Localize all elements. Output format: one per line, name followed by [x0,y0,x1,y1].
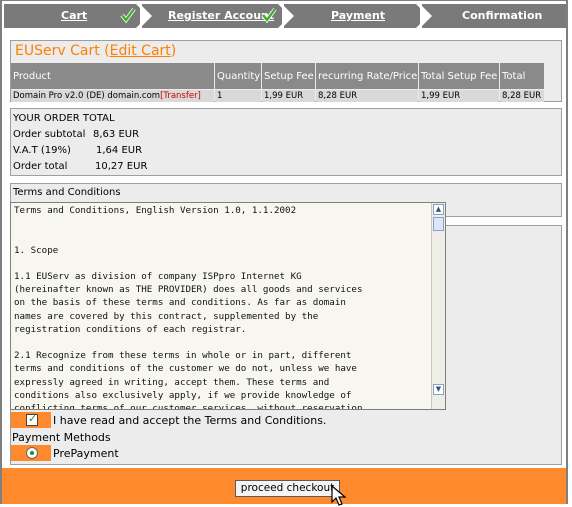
cell-product: Domain Pro v2.0 (DE) domain.com[Transfer… [11,90,214,102]
step-register-account[interactable]: Register Account [140,4,290,28]
order-subtotal-label: Order subtotal [13,129,86,140]
cart-title-suffix: ) [170,43,177,59]
step-cart-link[interactable]: Cart [61,9,87,22]
check-icon [261,7,277,23]
terms-heading: Terms and Conditions [13,187,121,198]
cell-total-setup: 1,99 EUR [419,90,499,102]
order-total-heading: YOUR ORDER TOTAL [13,113,115,124]
column-header-quantity: Quantity [215,63,261,89]
checkout-steps: Cart Register Account Payment Confirmati… [2,1,566,29]
step-confirmation: Confirmation [420,4,566,28]
step-cart[interactable]: Cart [4,4,148,28]
column-header-total-setup: Total Setup Fee [419,63,499,89]
order-total-value: 10,27 EUR [95,161,148,172]
payment-methods-heading: Payment Methods [12,431,111,444]
product-name: Domain Pro v2.0 (DE) domain.com [13,91,161,101]
order-total-label: Order total [13,161,68,172]
step-payment[interactable]: Payment [282,4,428,28]
cell-setup-fee: 1,99 EUR [262,90,315,102]
check-icon [120,7,136,23]
edit-cart-link[interactable]: Edit Cart [110,43,171,59]
transfer-tag: [Transfer] [160,91,201,101]
cart-title: EUServ Cart (Edit Cart) [15,43,176,59]
scroll-down-icon[interactable]: ▼ [433,384,444,395]
accept-terms-checkbox[interactable]: ✓ [26,412,38,426]
scroll-thumb[interactable] [433,217,444,231]
column-header-recurring: recurring Rate/Price [316,63,418,89]
cell-quantity: 1 [215,90,261,102]
cell-total: 8,28 EUR [500,90,544,102]
step-register-link[interactable]: Register Account [168,9,274,22]
step-payment-link[interactable]: Payment [331,9,385,22]
terms-textarea[interactable]: Terms and Conditions, English Version 1.… [10,202,446,410]
prepayment-radio[interactable] [26,447,38,459]
accept-terms-label: I have read and accept the Terms and Con… [53,414,327,427]
column-header-setup-fee: Setup Fee [262,63,315,89]
vat-label: V.A.T (19%) [13,145,71,156]
mouse-cursor-icon [331,485,347,506]
prepayment-label: PrePayment [53,447,119,460]
terms-text: Terms and Conditions, English Version 1.… [14,205,369,410]
scroll-up-icon[interactable]: ▲ [433,204,444,215]
column-header-total: Total [500,63,544,89]
terms-scrollbar[interactable]: ▲ ▼ [431,203,445,409]
cart-title-text: EUServ Cart ( [15,43,110,59]
order-subtotal-value: 8,63 EUR [93,129,140,140]
proceed-checkout-button[interactable]: proceed checkout [235,480,340,497]
vat-value: 1,64 EUR [96,145,143,156]
order-total-section: YOUR ORDER TOTAL Order subtotal 8,63 EUR… [10,108,562,176]
checkmark-icon: ✓ [28,412,38,425]
cell-recurring: 8,28 EUR [316,90,418,102]
cart-section: EUServ Cart (Edit Cart) Product Quantity… [10,40,562,102]
step-confirmation-label: Confirmation [462,9,543,22]
column-header-product: Product [11,63,214,89]
